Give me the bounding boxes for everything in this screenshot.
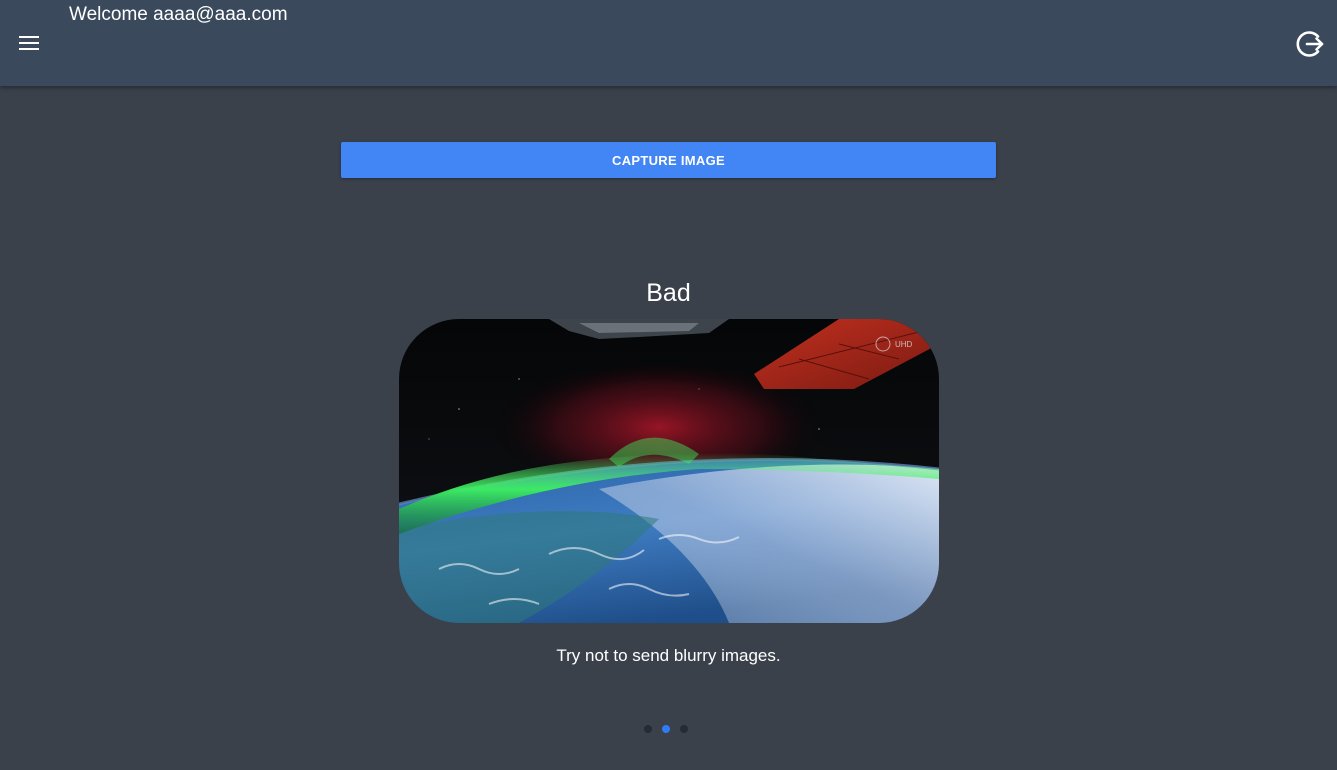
capture-image-button[interactable]: CAPTURE IMAGE: [341, 142, 996, 178]
slide-caption: Try not to send blurry images.: [556, 646, 781, 665]
logout-button[interactable]: [1294, 27, 1328, 61]
app-header: Welcome aaaa@aaa.com: [0, 0, 1337, 86]
welcome-text: Welcome aaaa@aaa.com: [69, 4, 288, 25]
slide-title: Bad: [646, 279, 691, 307]
menu-button[interactable]: [14, 28, 44, 58]
pager-dot-2[interactable]: [662, 725, 670, 733]
logout-icon: [1296, 31, 1324, 57]
image-watermark: UHD: [895, 340, 913, 349]
carousel-pager: [644, 725, 688, 733]
pager-dot-3[interactable]: [680, 725, 688, 733]
hamburger-menu-icon: [19, 36, 39, 50]
pager-dot-1[interactable]: [644, 725, 652, 733]
aurora-earth-image: UHD: [399, 319, 939, 623]
